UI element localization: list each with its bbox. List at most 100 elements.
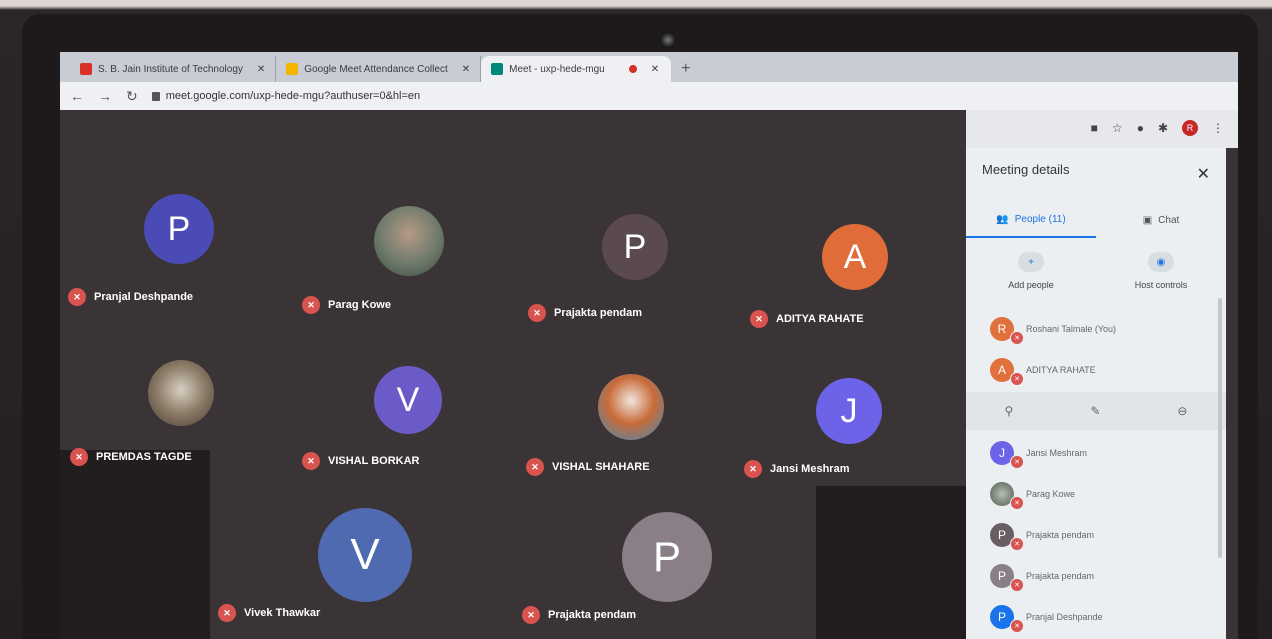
- list-item[interactable]: P ✕ Prajakta pendam: [966, 555, 1226, 596]
- mic-off-icon: ✕: [1010, 618, 1024, 633]
- avatar-initial: P: [997, 527, 1006, 542]
- tab-label: Google Meet Attendance Collect: [304, 63, 448, 75]
- participant-name: ADITYA RAHATE: [776, 313, 864, 325]
- mic-off-icon: ✕: [1010, 454, 1024, 469]
- add-people-button[interactable]: + Add people: [966, 244, 1096, 304]
- lock-icon: [151, 91, 160, 101]
- people-icon: 👥: [996, 213, 1009, 225]
- participant-name: Roshani Talmale (You): [1026, 323, 1117, 334]
- participant-tile[interactable]: J: [816, 378, 882, 444]
- avatar: A ✕: [990, 357, 1024, 386]
- avatar: V: [374, 366, 442, 434]
- participant-nameplate: ✕ VISHAL SHAHARE: [526, 458, 650, 476]
- meet-icon: [491, 63, 504, 75]
- avatar: J: [816, 378, 882, 444]
- participant-tile[interactable]: A: [822, 224, 888, 290]
- meeting-details-panel: Meeting details ✕ 👥 People (11) ▣ Chat +…: [966, 148, 1226, 639]
- tab-people[interactable]: 👥 People (11): [966, 202, 1096, 238]
- scrollbar[interactable]: [1218, 298, 1222, 558]
- tab-meet[interactable]: Meet - uxp-hede-mgu ✕: [481, 56, 672, 82]
- avatar: [374, 206, 444, 276]
- avatar: P: [622, 512, 712, 602]
- mic-off-icon: ✕: [302, 296, 320, 314]
- participant-name: Pranjal Deshpande: [1026, 611, 1103, 622]
- mic-off-icon: ✕: [744, 460, 762, 478]
- participant-list-top: R ✕ Roshani Talmale (You) A ✕ ADITYA RAH…: [966, 308, 1226, 390]
- avatar-initial: J: [999, 445, 1005, 460]
- meet-grid: P ✕ Pranjal Deshpande ✕ Parag Kowe P ✕ P…: [60, 110, 966, 639]
- participant-tile[interactable]: P: [144, 194, 214, 264]
- participant-name: ADITYA RAHATE: [1026, 364, 1096, 375]
- star-icon[interactable]: ☆: [1112, 121, 1123, 135]
- list-item[interactable]: A ✕ ADITYA RAHATE: [966, 349, 1226, 390]
- avatar: A: [822, 224, 888, 290]
- participant-nameplate: ✕ ADITYA RAHATE: [750, 310, 864, 328]
- back-icon[interactable]: ←: [70, 88, 84, 104]
- participant-name: VISHAL BORKAR: [328, 455, 420, 467]
- avatar: P: [144, 194, 214, 264]
- list-item[interactable]: P ✕ Prajakta pendam: [966, 514, 1226, 555]
- empty-tile: [816, 486, 966, 639]
- gmail-icon: [80, 63, 92, 75]
- close-icon[interactable]: ✕: [1197, 164, 1210, 184]
- participant-name: Prajakta pendam: [554, 307, 643, 319]
- camera-icon[interactable]: ■: [1091, 121, 1098, 135]
- panel-actions: + Add people ◉ Host controls: [966, 244, 1226, 304]
- list-item[interactable]: P ✕ Pranjal Deshpande: [966, 596, 1226, 637]
- extension-icon[interactable]: ●: [1137, 121, 1144, 135]
- host-controls-button[interactable]: ◉ Host controls: [1096, 244, 1226, 304]
- chat-icon: ▣: [1142, 214, 1153, 226]
- tab-gmail[interactable]: S. B. Jain Institute of Technology ✕: [70, 56, 277, 82]
- forward-icon[interactable]: →: [98, 88, 112, 104]
- list-item[interactable]: ✕ Parag Kowe: [966, 473, 1226, 514]
- participant-tile[interactable]: V: [374, 366, 442, 434]
- reload-icon[interactable]: ↻: [126, 88, 138, 105]
- mic-off-icon: ✕: [750, 310, 768, 328]
- extension-icon: [286, 63, 299, 75]
- participant-tile[interactable]: P: [622, 512, 712, 602]
- remove-icon[interactable]: ⊖: [1177, 404, 1187, 418]
- participant-tile[interactable]: [148, 360, 214, 426]
- close-tab-icon[interactable]: ✕: [257, 64, 265, 75]
- avatar: P: [602, 214, 668, 280]
- avatar-initial: R: [997, 321, 1007, 336]
- tab-label: Chat: [1158, 214, 1180, 226]
- mic-off-icon: ✕: [68, 288, 86, 306]
- mic-off-icon: ✕: [218, 604, 236, 622]
- list-item[interactable]: J ✕ Jansi Meshram: [966, 432, 1226, 473]
- empty-tile: [60, 450, 210, 639]
- participant-tile[interactable]: P: [602, 214, 668, 280]
- tab-chat[interactable]: ▣ Chat: [1096, 202, 1226, 238]
- mic-off-icon: ✕: [70, 448, 88, 466]
- close-tab-icon[interactable]: ✕: [462, 64, 470, 75]
- list-item[interactable]: R ✕ Roshani Talmale (You): [966, 308, 1226, 349]
- participant-nameplate: ✕ Vivek Thawkar: [218, 604, 320, 622]
- mic-off-icon: ✕: [302, 452, 320, 470]
- profile-avatar[interactable]: R: [1182, 120, 1198, 136]
- menu-icon[interactable]: ⋮: [1212, 121, 1224, 135]
- tab-attendance[interactable]: Google Meet Attendance Collect ✕: [276, 56, 482, 82]
- webcam: [660, 32, 676, 48]
- participant-name: Jansi Meshram: [1026, 447, 1088, 458]
- participant-name: Prajakta pendam: [548, 609, 637, 621]
- participant-tile[interactable]: V: [318, 508, 412, 602]
- url-field[interactable]: meet.google.com/uxp-hede-mgu?authuser=0&…: [151, 90, 420, 102]
- new-tab-button[interactable]: +: [671, 60, 700, 82]
- tab-label: People (11): [1014, 213, 1066, 225]
- mute-all-icon[interactable]: ✎: [1090, 404, 1100, 418]
- participant-tile[interactable]: [598, 374, 664, 440]
- participant-name: Prajakta pendam: [1026, 570, 1095, 581]
- pin-icon[interactable]: ⚲: [1005, 404, 1014, 418]
- add-person-icon: +: [1018, 252, 1044, 272]
- tab-label: S. B. Jain Institute of Technology: [98, 63, 243, 75]
- close-tab-icon[interactable]: ✕: [651, 64, 659, 75]
- group-actions-bar: ⚲ ✎ ⊖: [966, 392, 1226, 430]
- participant-nameplate: ✕ Prajakta pendam: [528, 304, 642, 322]
- mic-off-icon: ✕: [1010, 371, 1024, 386]
- participant-nameplate: ✕ VISHAL BORKAR: [302, 452, 419, 470]
- participant-nameplate: ✕ Jansi Meshram: [744, 460, 849, 478]
- participant-tile[interactable]: [374, 206, 444, 276]
- puzzle-icon[interactable]: ✱: [1158, 121, 1168, 135]
- participant-name: Parag Kowe: [1026, 488, 1076, 499]
- avatar: V: [318, 508, 412, 602]
